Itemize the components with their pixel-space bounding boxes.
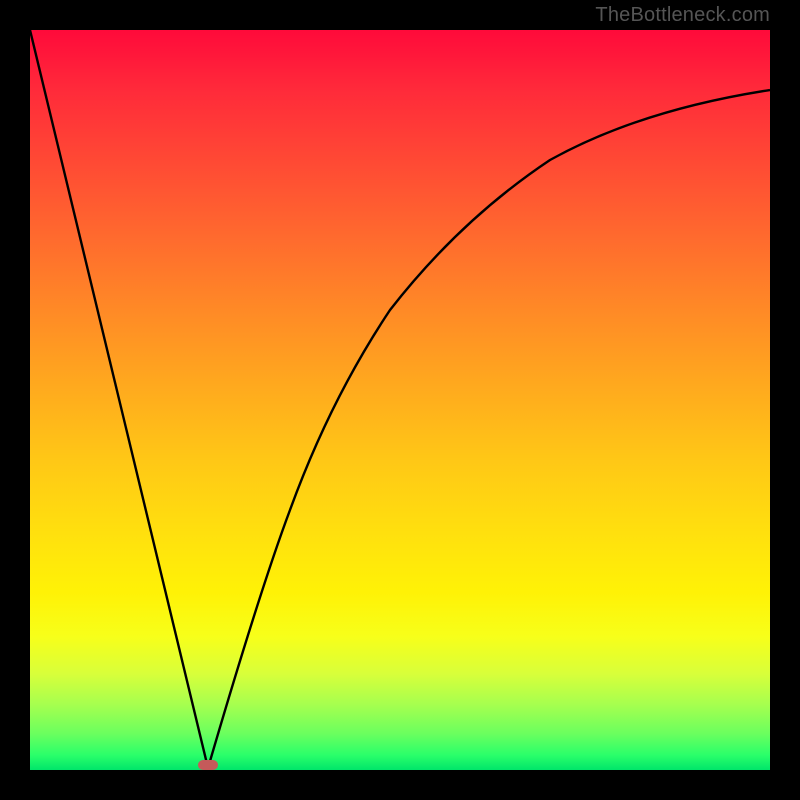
bottleneck-curve — [30, 30, 770, 770]
chart-frame: TheBottleneck.com — [0, 0, 800, 800]
attribution-text: TheBottleneck.com — [595, 4, 770, 27]
curve-left-branch — [30, 30, 208, 768]
valley-marker — [198, 760, 218, 770]
curve-right-branch — [208, 90, 770, 768]
plot-area — [30, 30, 770, 770]
